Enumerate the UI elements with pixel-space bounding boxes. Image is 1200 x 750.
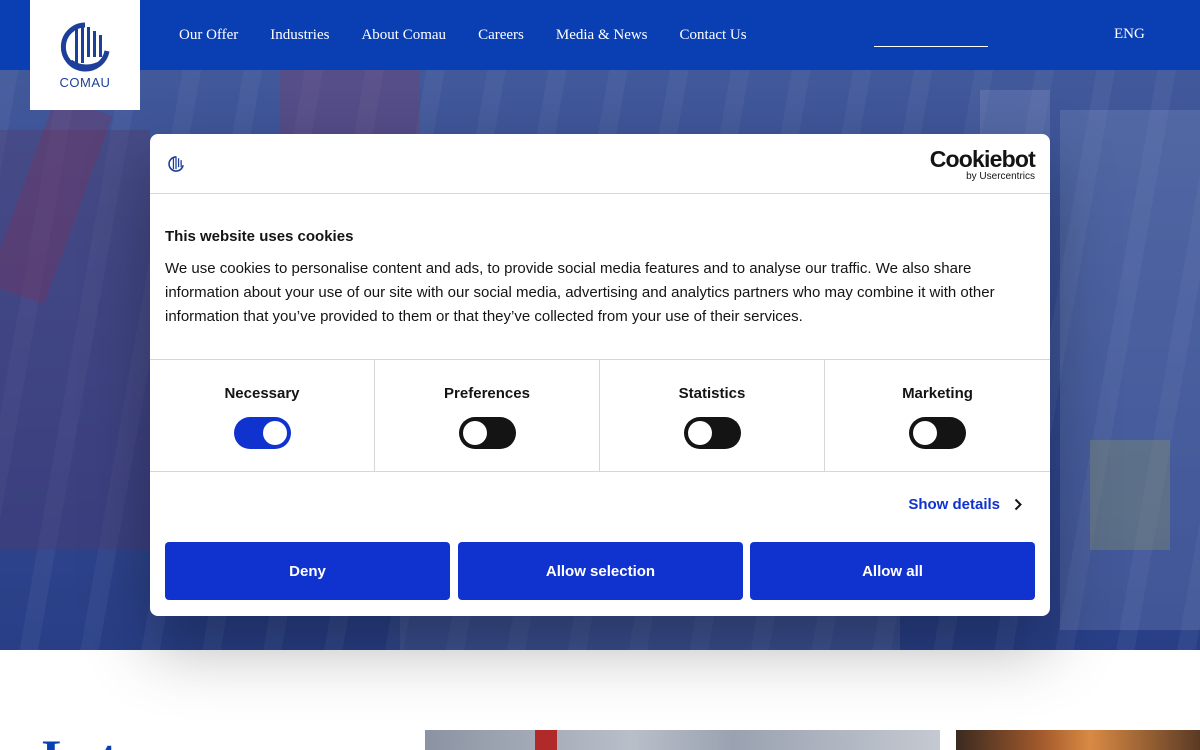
marketing-toggle[interactable] [909, 417, 966, 449]
cookiebot-sub: by Usercentrics [966, 171, 1035, 182]
show-details-label: Show details [908, 496, 1000, 513]
chevron-right-icon [1014, 498, 1022, 511]
language-selector[interactable]: ENG [1114, 26, 1145, 43]
main-nav: Our Offer Industries About Comau Careers… [179, 0, 779, 70]
nav-contact-us[interactable]: Contact Us [680, 27, 747, 44]
preferences-toggle[interactable] [459, 417, 516, 449]
news-thumbnail-1[interactable] [425, 730, 940, 750]
allow-all-button[interactable]: Allow all [750, 542, 1035, 600]
dialog-title: This website uses cookies [165, 228, 354, 245]
dialog-header: Cookiebot by Usercentrics [150, 134, 1050, 194]
latest-section: Lat... [0, 650, 1200, 750]
category-label: Statistics [678, 385, 746, 402]
category-label: Preferences [444, 385, 530, 402]
site-header: Our Offer Industries About Comau Careers… [0, 0, 1200, 70]
comau-logo-text: COMAU [59, 74, 111, 90]
category-statistics: Statistics [600, 360, 825, 472]
cookiebot-name: Cookiebot [929, 146, 1036, 172]
allow-selection-button[interactable]: Allow selection [458, 542, 743, 600]
search-input[interactable] [874, 46, 988, 47]
nav-our-offer[interactable]: Our Offer [179, 27, 238, 44]
section-title: Lat... [42, 732, 155, 750]
category-necessary: Necessary [150, 360, 375, 472]
category-preferences: Preferences [375, 360, 600, 472]
news-thumbnail-2[interactable] [956, 730, 1200, 750]
cookiebot-logo[interactable]: Cookiebot by Usercentrics [929, 146, 1036, 182]
show-details-link[interactable]: Show details [908, 496, 1022, 513]
nav-careers[interactable]: Careers [478, 27, 524, 44]
nav-media-news[interactable]: Media & News [556, 27, 648, 44]
dialog-body: We use cookies to personalise content an… [165, 260, 995, 325]
deny-button[interactable]: Deny [165, 542, 450, 600]
category-label: Necessary [224, 385, 300, 402]
category-marketing: Marketing [825, 360, 1050, 472]
nav-about-comau[interactable]: About Comau [361, 27, 446, 44]
cookie-consent-dialog: Cookiebot by Usercentrics This website u… [150, 134, 1050, 616]
category-label: Marketing [902, 385, 973, 402]
comau-logo[interactable]: COMAU [30, 0, 140, 110]
nav-industries[interactable]: Industries [270, 27, 329, 44]
necessary-toggle[interactable] [234, 417, 291, 449]
comau-logo-icon [60, 22, 110, 71]
comau-small-logo-icon [168, 156, 184, 172]
consent-categories: Necessary Preferences Statistics Marketi… [150, 359, 1050, 472]
statistics-toggle[interactable] [684, 417, 741, 449]
